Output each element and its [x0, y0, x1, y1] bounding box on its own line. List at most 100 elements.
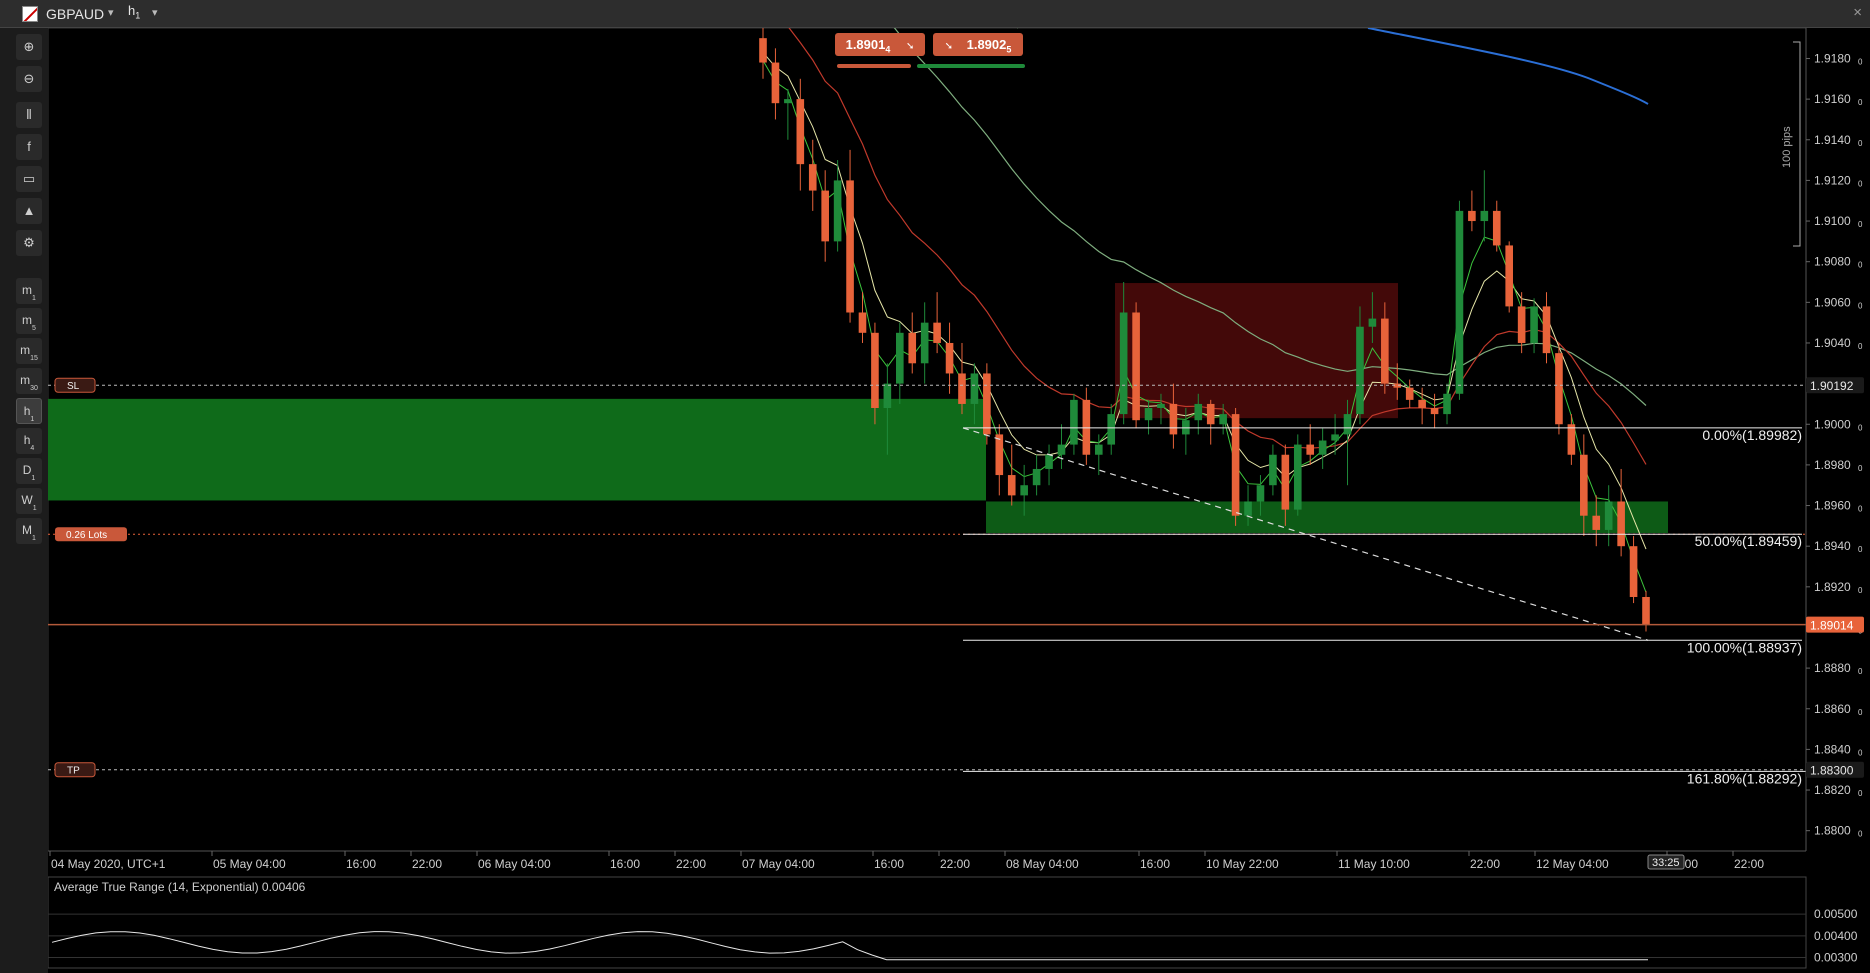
candle-body — [1517, 306, 1526, 343]
candle-body — [1306, 444, 1315, 455]
symbol-label[interactable]: GBPAUD — [46, 6, 104, 22]
sell-arrow-icon: ➘ — [906, 41, 915, 52]
candle-body — [1206, 403, 1215, 425]
zoom-out-icon: ⊖ — [23, 71, 35, 86]
robot-tool-button[interactable]: ▭ — [16, 166, 42, 192]
timeframe-button-m5[interactable]: m5 — [16, 308, 42, 334]
shapes-icon: ▲ — [22, 203, 36, 218]
candlestick-tool-button[interactable]: ⫴ — [16, 102, 42, 128]
price-axis-label-suffix: 0 — [1858, 57, 1863, 66]
sell-quote-button[interactable]: 1.89014 ➘ — [835, 33, 925, 56]
time-axis-label: 22:00 — [940, 857, 970, 871]
timeframe-dropdown-caret-icon[interactable]: ▾ — [152, 6, 158, 19]
candle-body — [920, 322, 929, 364]
candle-body — [871, 332, 879, 409]
timeframe-button-sub: 1 — [31, 475, 36, 483]
price-axis-label-suffix: 0 — [1858, 748, 1863, 757]
supply-zone — [1115, 283, 1398, 419]
candle-body — [908, 332, 917, 364]
price-axis-label-suffix: 0 — [1858, 667, 1863, 676]
buy-price: 1.8902 — [966, 37, 1007, 52]
timeframe-button-h1[interactable]: h1 — [16, 398, 42, 424]
fib-level-label: 50.00%(1.89459) — [1695, 533, 1802, 549]
settings-icon: ⚙ — [23, 235, 35, 250]
candle-body — [1542, 306, 1551, 354]
price-axis-label: 1.9100 — [1814, 214, 1851, 228]
price-axis-label: 1.9160 — [1814, 92, 1851, 106]
timeframe-selector[interactable]: h1 — [128, 3, 140, 21]
candle-body — [784, 99, 792, 104]
candle-body — [1580, 454, 1588, 516]
timeframe-button-label: m — [22, 313, 33, 327]
timeframe-button-h4[interactable]: h4 — [16, 428, 42, 454]
current-price-badge-label: 1.89014 — [1810, 619, 1854, 633]
timeframe-button-label: m — [22, 283, 33, 297]
timeframe-button-sub: 5 — [32, 325, 36, 333]
time-axis-label: 22:00 — [1734, 857, 1764, 871]
time-axis-label: 05 May 04:00 — [213, 857, 286, 871]
candle-body — [1057, 444, 1066, 455]
price-axis-label-suffix: 0 — [1858, 830, 1863, 839]
candle-body — [833, 180, 842, 242]
shapes-tool-button[interactable]: ▲ — [16, 198, 42, 224]
price-axis-label: 1.8980 — [1814, 458, 1851, 472]
fib-level-label: 100.00%(1.88937) — [1687, 639, 1802, 655]
time-axis-label: 16:00 — [610, 857, 640, 871]
time-axis-label: 08 May 04:00 — [1006, 857, 1079, 871]
timeframe-button-sub: 1 — [32, 505, 37, 513]
price-axis-label-suffix: 0 — [1858, 545, 1863, 554]
zoom-in-tool-button[interactable]: ⊕ — [16, 34, 42, 60]
buy-quote-button[interactable]: ➘ 1.89025 — [933, 33, 1023, 56]
zoom-in-icon: ⊕ — [23, 39, 35, 54]
price-axis-label: 1.9060 — [1814, 295, 1851, 309]
time-axis-label: 22:00 — [676, 857, 706, 871]
timeframe-button-M1[interactable]: M1 — [16, 518, 42, 544]
symbol-dropdown-caret-icon[interactable]: ▾ — [108, 6, 114, 19]
chart-toolbar: ⊕ ⊖ ⫴ f ▭ ▲ ⚙ m1 m5 m15 m30 h1 h4 D1 W1 M1 — [0, 28, 48, 973]
price-axis-label: 1.8960 — [1814, 499, 1851, 513]
candle-body — [1405, 387, 1414, 400]
price-axis-label-suffix: 0 — [1858, 261, 1863, 270]
facebook-tool-button[interactable]: f — [16, 134, 42, 160]
candle-body — [1356, 326, 1364, 415]
indicator-axis-label: 0.00400 — [1814, 929, 1858, 943]
candle-body — [1182, 420, 1190, 435]
candle-body — [958, 373, 966, 404]
chart-area[interactable]: 0.00%(1.89982) 50.00%(1.89459) 100.00%(1.8… — [48, 28, 1870, 973]
candle-body — [1281, 454, 1290, 510]
timeframe-button-label: m — [20, 343, 31, 357]
price-chart[interactable]: 0.00%(1.89982) 50.00%(1.89459) 100.00%(1.8… — [48, 28, 1870, 973]
candle-body — [970, 373, 979, 404]
timeframe-button-D1[interactable]: D1 — [16, 458, 42, 484]
candle-body — [1430, 408, 1439, 415]
candle-body — [1107, 414, 1116, 445]
zoom-out-tool-button[interactable]: ⊖ — [16, 66, 42, 92]
candle-body — [1331, 434, 1339, 441]
candle-body — [846, 180, 854, 313]
timeframe-button-sub: 15 — [30, 355, 38, 363]
time-axis-label: 16:00 — [346, 857, 376, 871]
indicator-title: Average True Range (14, Exponential) 0.0… — [54, 880, 306, 894]
candle-body — [1468, 210, 1476, 222]
candle-body — [1157, 403, 1165, 409]
timeframe-button-sub: 1 — [32, 535, 36, 543]
timeframe-button-m1[interactable]: m1 — [16, 278, 42, 304]
sell-pip: 4 — [885, 44, 891, 55]
price-axis-label-suffix: 0 — [1858, 301, 1863, 310]
close-chart-icon[interactable]: × — [1853, 4, 1862, 21]
candle-body — [1007, 475, 1016, 496]
take-profit-badge-label: TP — [67, 766, 80, 777]
candle-body — [1381, 318, 1389, 384]
sl-price-badge-label: 1.90192 — [1810, 379, 1854, 393]
timeframe-button-W1[interactable]: W1 — [16, 488, 42, 514]
candle-body — [983, 373, 991, 435]
timeframe-button-m15[interactable]: m15 — [16, 338, 42, 364]
price-axis-label-suffix: 0 — [1858, 139, 1863, 148]
settings-tool-button[interactable]: ⚙ — [16, 230, 42, 256]
timeframe-button-m30[interactable]: m30 — [16, 368, 42, 394]
price-axis-label: 1.8820 — [1814, 783, 1851, 797]
candle-body — [1256, 485, 1265, 502]
timeframe-button-label: m — [20, 373, 31, 387]
candle-body — [1119, 312, 1128, 415]
timeframe-button-sub: 1 — [32, 295, 36, 303]
